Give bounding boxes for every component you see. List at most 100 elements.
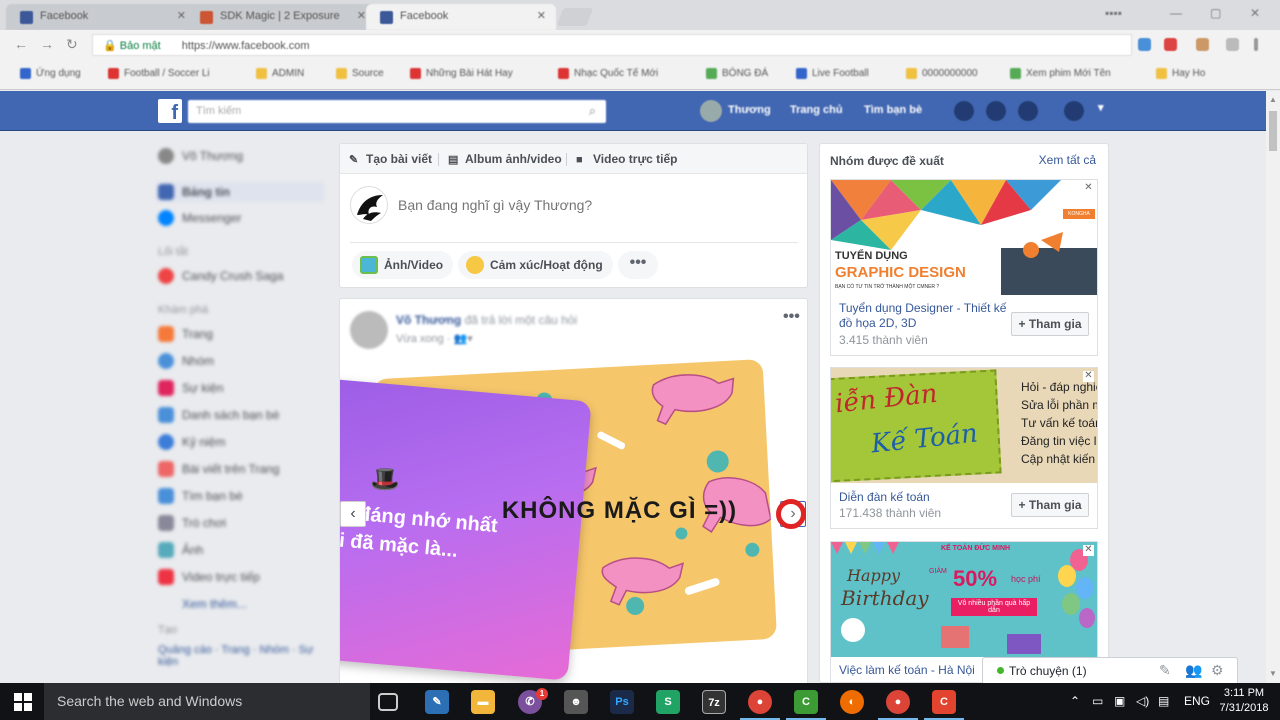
browser-tab-3[interactable]: Facebook ✕: [366, 4, 556, 30]
group-chat-icon[interactable]: 👥: [1185, 662, 1202, 679]
extension-icon[interactable]: [1164, 38, 1177, 51]
carousel-prev-button[interactable]: ‹: [340, 501, 366, 527]
tab-live-video[interactable]: ■ Video trực tiếp: [576, 152, 678, 166]
windows-start-icon[interactable]: [14, 693, 32, 711]
bookmark-item[interactable]: 0000000000: [906, 68, 978, 79]
bookmark-item[interactable]: Live Football: [796, 68, 869, 79]
group-cover-image[interactable]: KẾ TOÁN ĐỨC MINH Happy Birthday GIẢM 50%…: [831, 542, 1097, 657]
app-s-icon[interactable]: S: [656, 690, 680, 714]
close-icon[interactable]: ✕: [1083, 545, 1094, 556]
bookmark-item[interactable]: Nhạc Quốc Tế Mới: [558, 68, 658, 79]
photo-video-button[interactable]: Ảnh/Video: [352, 251, 454, 279]
chevron-up-icon[interactable]: ⌃: [1070, 694, 1080, 708]
sidebar-item-news-feed[interactable]: Bảng tin: [156, 182, 324, 202]
browser-tab-2[interactable]: SDK Magic | 2 Exposure ✕: [186, 4, 376, 30]
search-icon[interactable]: ⌕: [589, 103, 596, 119]
create-links[interactable]: Quảng cáo · Trang · Nhóm · Sự kiện: [158, 644, 328, 668]
status-input[interactable]: [398, 197, 788, 213]
search-input[interactable]: Tìm kiếm ⌕: [188, 100, 606, 123]
bookmark-item[interactable]: BÓNG ĐÁ: [706, 68, 768, 79]
app-mask-icon[interactable]: ☻: [564, 690, 588, 714]
menu-dots-icon[interactable]: [1254, 38, 1258, 51]
close-icon[interactable]: ✕: [1083, 183, 1094, 194]
chrome-icon[interactable]: ●: [878, 690, 918, 720]
forward-arrow-icon[interactable]: →: [40, 36, 54, 52]
viber-icon[interactable]: ✆ 1: [518, 688, 548, 714]
notification-icon[interactable]: ▤: [1158, 694, 1169, 708]
extension-icon[interactable]: [1226, 38, 1239, 51]
bookmark-item[interactable]: Source: [336, 68, 384, 79]
volume-icon[interactable]: ◁): [1136, 694, 1149, 708]
nav-profile[interactable]: Thương: [728, 104, 771, 116]
join-group-button[interactable]: + Tham gia: [1011, 312, 1089, 336]
app-red-icon[interactable]: C: [924, 690, 964, 720]
close-icon[interactable]: ✕: [537, 9, 546, 22]
profile-label[interactable]: ▪▪▪▪: [1105, 6, 1122, 20]
friend-requests-icon[interactable]: [954, 101, 974, 121]
facebook-logo[interactable]: f: [158, 99, 182, 124]
bookmark-item[interactable]: Những Bài Hát Hay: [410, 68, 513, 79]
chrome-icon[interactable]: ●: [740, 690, 780, 720]
minimize-icon[interactable]: —: [1170, 6, 1182, 20]
file-explorer-icon[interactable]: ▬: [471, 690, 495, 714]
camtasia-icon[interactable]: C: [786, 690, 826, 720]
nav-home[interactable]: Trang chủ: [790, 104, 843, 116]
nav-find-friends[interactable]: Tìm bạn bè: [864, 104, 922, 116]
bookmark-item[interactable]: ADMIN: [256, 68, 304, 79]
new-message-icon[interactable]: ✎: [1159, 662, 1171, 679]
bookmark-item[interactable]: Hay Ho: [1156, 68, 1205, 79]
gear-icon[interactable]: ⚙: [1211, 662, 1224, 679]
page-scrollbar[interactable]: ▲ ▼: [1266, 91, 1280, 683]
group-name[interactable]: Diễn đàn kế toán: [839, 490, 1009, 505]
reload-icon[interactable]: ↻: [66, 36, 78, 53]
group-cover-image[interactable]: TUYỂN DỤNG GRAPHIC DESIGN BẠN CÓ TƯ TIN …: [831, 180, 1097, 295]
language-indicator[interactable]: ENG: [1184, 694, 1210, 708]
battery-icon[interactable]: ▭: [1092, 694, 1103, 708]
chat-bar[interactable]: Trò chuyện (1) ✎ 👥 ⚙: [982, 657, 1238, 683]
extension-icon[interactable]: [1196, 38, 1209, 51]
post-timestamp[interactable]: Vừa xong · 👥▾: [396, 332, 473, 345]
extension-icon[interactable]: [1138, 38, 1151, 51]
help-icon[interactable]: [1064, 101, 1084, 121]
post-author[interactable]: Võ Thương đã trả lời một câu hỏi: [396, 313, 577, 327]
back-arrow-icon[interactable]: ←: [14, 36, 28, 52]
bookmark-item[interactable]: Ứng dụng: [20, 68, 81, 79]
audience-icon[interactable]: 👥▾: [454, 333, 473, 345]
messages-icon[interactable]: [986, 101, 1006, 121]
app-pen-icon[interactable]: ✎: [425, 690, 449, 714]
new-tab-button[interactable]: [556, 8, 594, 26]
notifications-icon[interactable]: [1018, 101, 1038, 121]
close-window-icon[interactable]: ✕: [1250, 6, 1260, 20]
avatar[interactable]: [350, 311, 388, 349]
taskbar-search-input[interactable]: Search the web and Windows: [44, 683, 370, 720]
group-cover-image[interactable]: iễn Đàn Kế Toán Hỏi - đáp nghiệ Sửa lỗi …: [831, 368, 1097, 483]
close-icon[interactable]: ✕: [357, 9, 366, 22]
group-name[interactable]: Tuyển dụng Designer - Thiết kế đồ họa 2D…: [839, 301, 1009, 331]
task-view-icon[interactable]: [378, 693, 398, 711]
browser-tab-1[interactable]: Facebook ✕: [6, 4, 196, 30]
feeling-activity-button[interactable]: Cảm xúc/Hoạt động: [458, 251, 613, 279]
chevron-down-icon[interactable]: ▾: [1098, 101, 1104, 114]
tab-create-post[interactable]: ✎ Tạo bài viết: [349, 152, 432, 166]
bookmark-item[interactable]: Xem phim Mới Tên: [1010, 68, 1111, 79]
taskbar-clock[interactable]: 3:11 PM 7/31/2018: [1214, 686, 1274, 716]
bookmark-item[interactable]: Football / Soccer Li: [108, 68, 210, 79]
avatar[interactable]: [700, 100, 722, 122]
scroll-down-icon[interactable]: ▼: [1269, 669, 1277, 678]
url-bar[interactable]: 🔒 Bảo mật https://www.facebook.com: [92, 34, 1132, 56]
join-group-button[interactable]: + Tham gia: [1011, 493, 1089, 517]
network-icon[interactable]: ▣: [1114, 694, 1125, 708]
app-orange-icon[interactable]: ◐: [840, 690, 864, 714]
tab-photo-album[interactable]: ▤ Album ảnh/video: [448, 152, 562, 166]
see-all-link[interactable]: Xem tất cả: [1039, 153, 1096, 167]
more-options-button[interactable]: •••: [618, 251, 658, 279]
scroll-up-icon[interactable]: ▲: [1269, 95, 1277, 104]
maximize-icon[interactable]: ▢: [1210, 6, 1221, 20]
close-icon[interactable]: ✕: [177, 9, 186, 22]
photoshop-icon[interactable]: Ps: [610, 690, 634, 714]
avatar[interactable]: [350, 186, 388, 224]
post-options-button[interactable]: •••: [783, 308, 800, 326]
7zip-icon[interactable]: 7z: [702, 690, 726, 714]
close-icon[interactable]: ✕: [1083, 371, 1094, 382]
scroll-thumb[interactable]: [1269, 111, 1277, 151]
